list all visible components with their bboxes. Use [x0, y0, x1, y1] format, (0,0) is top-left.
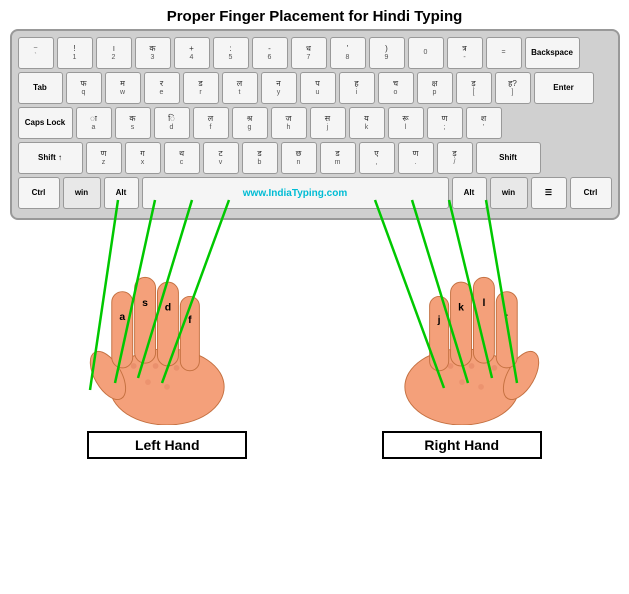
key-y: नy — [261, 72, 297, 104]
key-menu: ☰ — [531, 177, 567, 209]
key-f: लf — [193, 107, 229, 139]
left-hand-label: Left Hand — [87, 431, 247, 459]
key-minus: त्र- — [447, 37, 483, 69]
key-b: डb — [242, 142, 278, 174]
key-e: रe — [144, 72, 180, 104]
key-m: डm — [320, 142, 356, 174]
key-h: जh — [271, 107, 307, 139]
key-q: फq — [66, 72, 102, 104]
key-7: ध7 — [291, 37, 327, 69]
key-tab: Tab — [18, 72, 63, 104]
key-n: छn — [281, 142, 317, 174]
key-period: ण. — [398, 142, 434, 174]
website-watermark: www.IndiaTyping.com — [243, 188, 347, 199]
right-hand-image: j k l ; — [372, 225, 552, 425]
key-2: ।2 — [96, 37, 132, 69]
key-z: णz — [86, 142, 122, 174]
key-bracket-r: ह?] — [495, 72, 531, 104]
key-caps-lock: Caps Lock — [18, 107, 73, 139]
key-l: रूl — [388, 107, 424, 139]
left-finger-a-label: a — [120, 312, 126, 323]
key-t: लt — [222, 72, 258, 104]
key-shift-left: Shift ↑ — [18, 142, 83, 174]
key-8: '8 — [330, 37, 366, 69]
key-ctrl-left: Ctrl — [18, 177, 60, 209]
left-finger-s-label: s — [142, 298, 148, 309]
key-backtick: ~` — [18, 37, 54, 69]
key-j: सj — [310, 107, 346, 139]
right-hand-section: j k l ; Right Hand — [372, 225, 552, 459]
key-s: कs — [115, 107, 151, 139]
key-semicolon: ण; — [427, 107, 463, 139]
right-finger-l-label: l — [482, 298, 485, 309]
key-6: -6 — [252, 37, 288, 69]
key-0: 0 — [408, 37, 444, 69]
key-3: क3 — [135, 37, 171, 69]
key-space: www.IndiaTyping.com — [142, 177, 449, 209]
left-finger-d-label: d — [165, 303, 171, 314]
key-slash: ड़/ — [437, 142, 473, 174]
right-hand-label: Right Hand — [382, 431, 542, 459]
key-row-tab: Tab फq मw रe डr लt नy पu हi चo क्षp ड़[ … — [18, 72, 612, 104]
key-1: !1 — [57, 37, 93, 69]
key-v: टv — [203, 142, 239, 174]
key-win-left: win — [63, 177, 101, 209]
key-u: पu — [300, 72, 336, 104]
key-i: हi — [339, 72, 375, 104]
key-4: +4 — [174, 37, 210, 69]
key-enter: Enter — [534, 72, 594, 104]
key-c: थc — [164, 142, 200, 174]
key-p: क्षp — [417, 72, 453, 104]
key-9: )9 — [369, 37, 405, 69]
key-win-right: win — [490, 177, 528, 209]
key-k: यk — [349, 107, 385, 139]
key-o: चo — [378, 72, 414, 104]
key-5: :5 — [213, 37, 249, 69]
left-hand-section: a s d f Left Hand — [77, 225, 257, 459]
key-alt-right: Alt — [452, 177, 487, 209]
key-quote: श' — [466, 107, 502, 139]
key-equals: = — [486, 37, 522, 69]
key-r: डr — [183, 72, 219, 104]
key-g: श्रg — [232, 107, 268, 139]
key-row-numbers: ~` !1 ।2 क3 +4 :5 -6 ध7 '8 )9 0 त्र- = B… — [18, 37, 612, 69]
right-finger-k-label: k — [458, 303, 464, 314]
key-alt-left: Alt — [104, 177, 139, 209]
right-finger-j-label: j — [436, 315, 440, 326]
key-w: मw — [105, 72, 141, 104]
key-row-shift: Shift ↑ णz गx थc टv डb छn डm ए, ण. ड़/ S… — [18, 142, 612, 174]
key-bracket-l: ड़[ — [456, 72, 492, 104]
keyboard: ~` !1 ।2 क3 +4 :5 -6 ध7 '8 )9 0 त्र- = B… — [10, 29, 620, 220]
key-row-caps: Caps Lock ाa कs िd लf श्रg जh सj यk रूl … — [18, 107, 612, 139]
key-backspace: Backspace — [525, 37, 580, 69]
key-row-ctrl: Ctrl win Alt www.IndiaTyping.com Alt win… — [18, 177, 612, 209]
key-x: गx — [125, 142, 161, 174]
left-finger-f-label: f — [188, 315, 192, 326]
hands-area: a s d f Left Hand — [0, 225, 629, 459]
key-ctrl-right: Ctrl — [570, 177, 612, 209]
right-finger-semi-label: ; — [505, 312, 509, 323]
key-a: ाa — [76, 107, 112, 139]
page-title: Proper Finger Placement for Hindi Typing — [0, 0, 629, 29]
key-shift-right: Shift — [476, 142, 541, 174]
left-hand-image: a s d f — [77, 225, 257, 425]
key-d: िd — [154, 107, 190, 139]
key-comma: ए, — [359, 142, 395, 174]
